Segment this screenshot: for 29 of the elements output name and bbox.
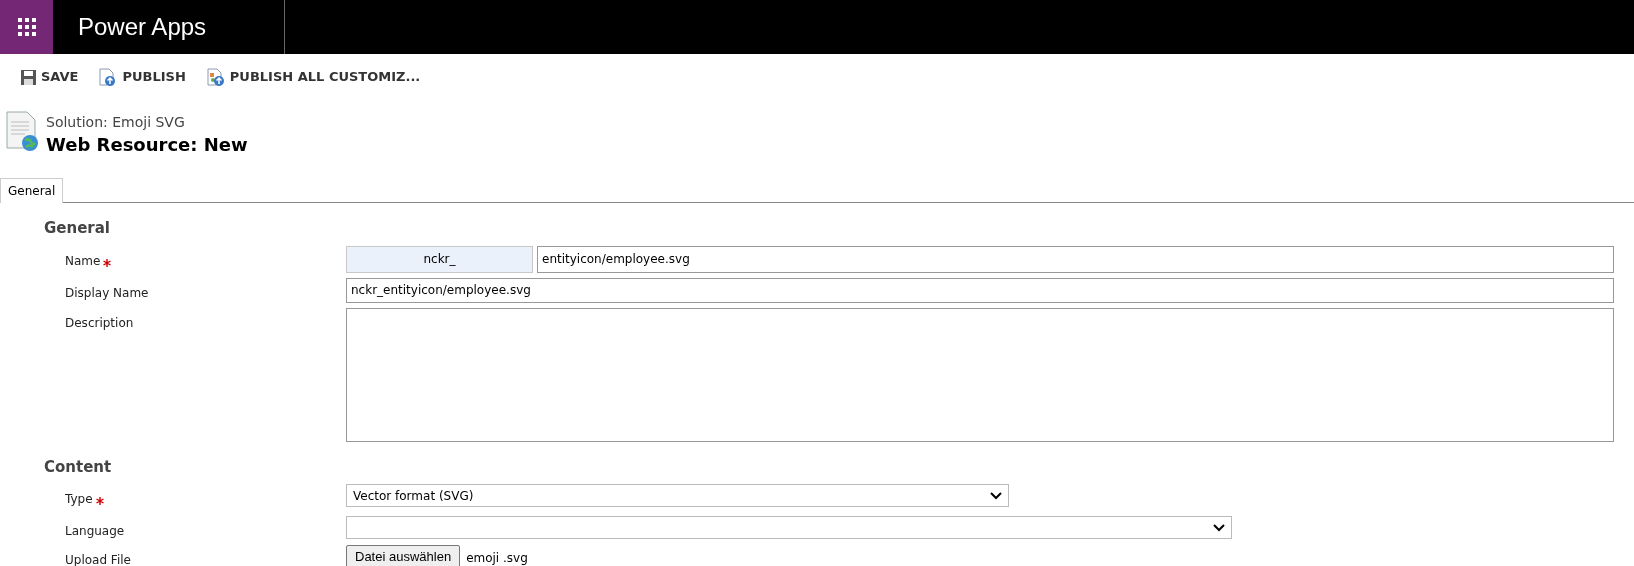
solution-name: Solution: Emoji SVG — [46, 113, 186, 132]
field-label: Display Name — [65, 285, 149, 300]
app-title: Power Apps — [53, 0, 285, 54]
choose-file-button[interactable]: Datei auswählen — [346, 545, 461, 566]
input-field[interactable]: entityicon/employee.svg — [537, 245, 1614, 273]
app-launcher-button[interactable] — [0, 0, 53, 54]
chevron-down-icon — [990, 491, 1002, 500]
field-label: Name — [65, 253, 101, 268]
save-button[interactable]: SAVE — [20, 66, 79, 88]
field-label: Upload File — [65, 553, 131, 566]
textarea-field[interactable] — [346, 307, 1614, 442]
publish-button[interactable]: PUBLISH — [98, 66, 186, 88]
field-label: Language — [65, 524, 125, 538]
waffle-menu-icon — [17, 18, 36, 36]
prefix-field: nckr_ — [346, 245, 533, 273]
field-label: Description — [65, 315, 134, 330]
tab[interactable]: General — [0, 178, 64, 203]
publish-all-button[interactable]: PUBLISH ALL CUSTOMIZ... — [205, 66, 421, 88]
input-field[interactable]: nckr_entityicon/employee.svg — [346, 277, 1614, 303]
page-title: Web Resource: New — [46, 134, 248, 156]
field-label: Type — [65, 492, 93, 506]
section-heading: Content — [44, 456, 113, 478]
dropdown[interactable] — [346, 516, 1232, 539]
chevron-down-icon — [1213, 523, 1225, 532]
section-heading: General — [44, 218, 111, 239]
file-name: emoji .svg — [466, 550, 528, 566]
dropdown[interactable]: Vector format (SVG) — [346, 484, 1009, 507]
document-upload-icon — [205, 67, 226, 87]
document-globe-icon — [4, 110, 40, 152]
